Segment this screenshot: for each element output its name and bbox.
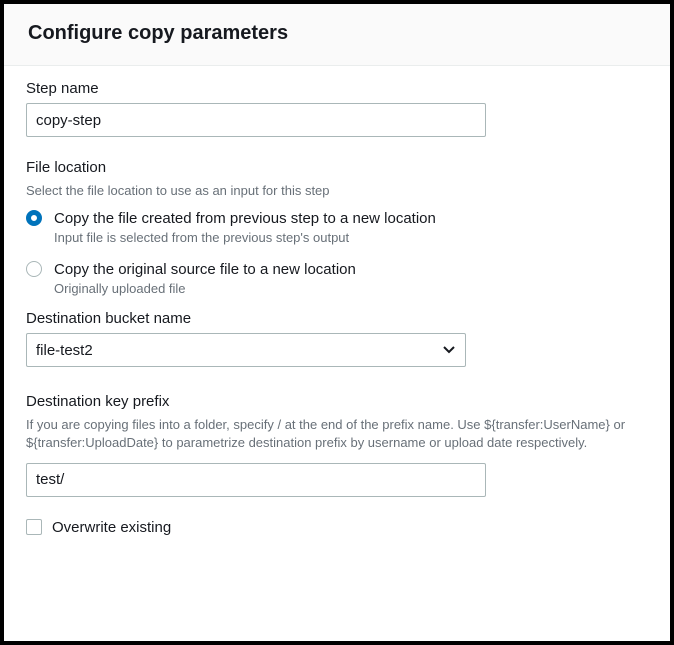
radio-label: Copy the file created from previous step… — [54, 208, 648, 229]
radio-copy-previous-step[interactable]: Copy the file created from previous step… — [26, 208, 648, 245]
file-location-radio-group: Copy the file created from previous step… — [26, 208, 648, 296]
radio-label: Copy the original source file to a new l… — [54, 259, 648, 280]
destination-bucket-select[interactable]: file-test2 — [26, 333, 466, 367]
file-location-label: File location — [26, 159, 648, 176]
destination-key-prefix-input[interactable] — [26, 463, 486, 497]
overwrite-existing-label: Overwrite existing — [52, 519, 171, 536]
panel-header: Configure copy parameters — [4, 4, 670, 66]
caret-down-icon — [443, 346, 455, 354]
page-title: Configure copy parameters — [28, 22, 646, 45]
file-location-hint: Select the file location to use as an in… — [26, 182, 648, 200]
panel-body: Step name File location Select the file … — [4, 66, 670, 556]
destination-key-prefix-field: Destination key prefix If you are copyin… — [26, 393, 648, 496]
radio-copy-original[interactable]: Copy the original source file to a new l… — [26, 259, 648, 296]
checkbox-box — [26, 519, 42, 535]
radio-indicator-selected — [26, 210, 42, 226]
radio-text: Copy the original source file to a new l… — [54, 259, 648, 296]
radio-text: Copy the file created from previous step… — [54, 208, 648, 245]
destination-bucket-field: Destination bucket name file-test2 — [26, 310, 648, 367]
overwrite-existing-checkbox[interactable]: Overwrite existing — [26, 519, 648, 536]
destination-key-prefix-label: Destination key prefix — [26, 393, 648, 410]
destination-bucket-value: file-test2 — [36, 342, 93, 359]
step-name-label: Step name — [26, 80, 648, 97]
destination-key-prefix-hint: If you are copying files into a folder, … — [26, 416, 636, 452]
radio-desc: Input file is selected from the previous… — [54, 230, 648, 245]
radio-indicator — [26, 261, 42, 277]
file-location-field: File location Select the file location t… — [26, 159, 648, 296]
step-name-input[interactable] — [26, 103, 486, 137]
destination-bucket-label: Destination bucket name — [26, 310, 648, 327]
step-name-field: Step name — [26, 80, 648, 137]
radio-desc: Originally uploaded file — [54, 281, 648, 296]
